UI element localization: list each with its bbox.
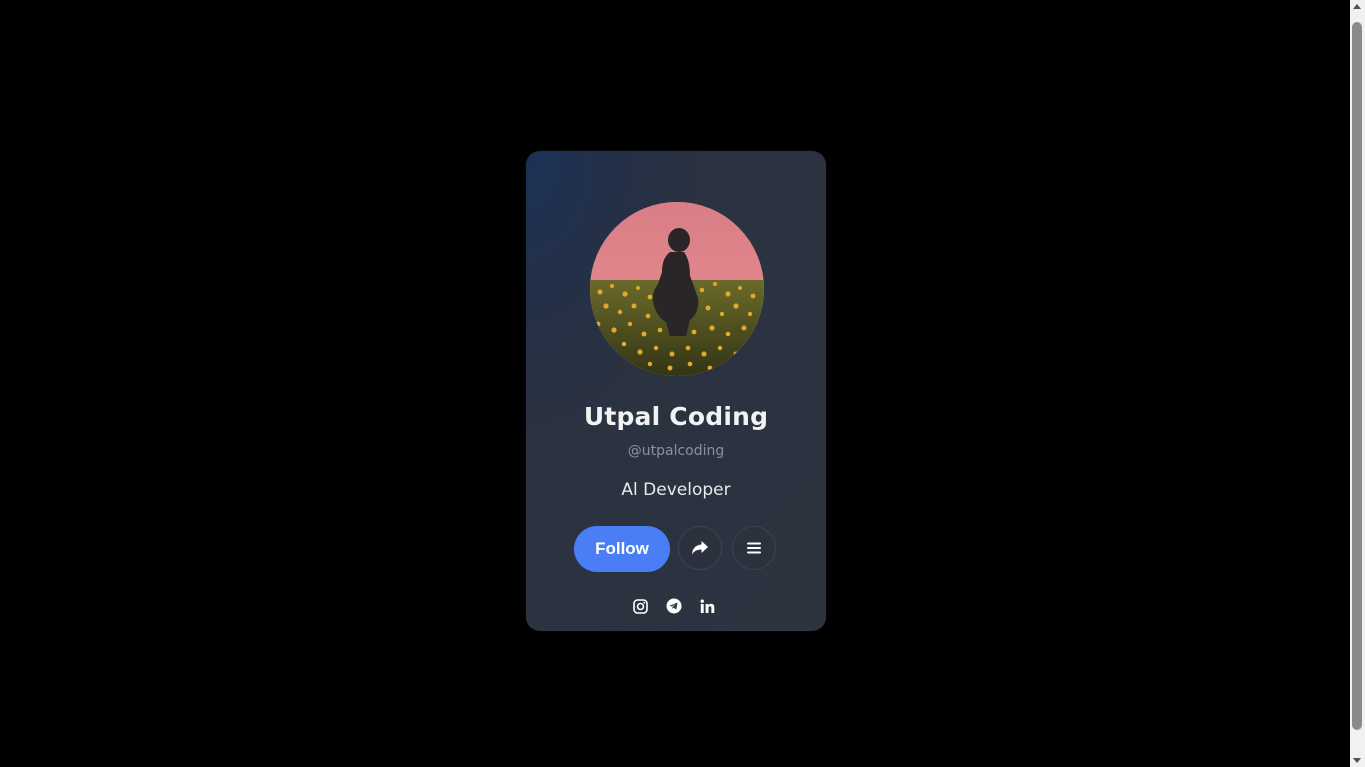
linkedin-link[interactable] [698,597,716,615]
vertical-scrollbar[interactable] [1350,0,1365,767]
profile-role: Al Developer [621,480,731,500]
profile-name: Utpal Coding [583,402,769,431]
scroll-down-arrow-icon[interactable] [1353,758,1361,763]
telegram-link[interactable] [665,597,683,615]
scroll-up-arrow-icon[interactable] [1353,4,1361,9]
page-background: Utpal Coding @utpalcoding Al Developer F… [0,0,1350,767]
linkedin-icon [700,599,714,613]
profile-card: Utpal Coding @utpalcoding Al Developer F… [526,151,826,631]
share-icon [692,541,708,555]
telegram-icon [666,598,682,614]
scrollbar-thumb[interactable] [1352,22,1362,730]
instagram-link[interactable] [631,597,649,615]
avatar [590,202,764,376]
profile-handle: @utpalcoding [627,443,725,459]
menu-icon [747,542,761,554]
menu-button[interactable] [732,526,776,570]
follow-button[interactable]: Follow [574,526,670,572]
social-links [526,595,826,617]
share-button[interactable] [678,526,722,570]
avatar-photo [590,202,764,376]
instagram-icon [632,598,648,614]
